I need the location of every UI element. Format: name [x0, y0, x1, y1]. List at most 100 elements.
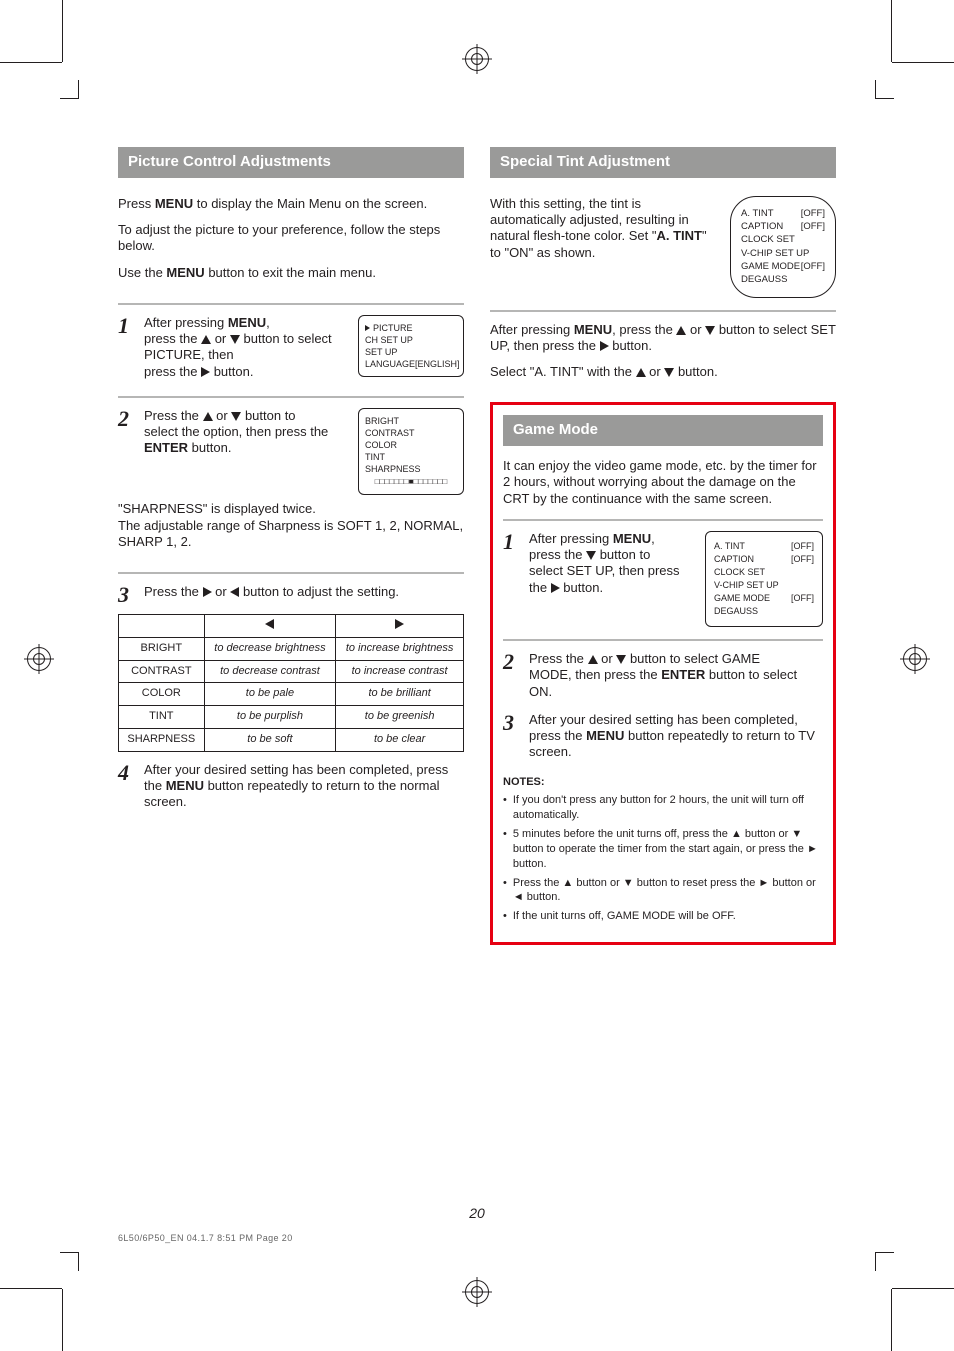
note-item: If the unit turns off, GAME MODE will be… [503, 909, 823, 924]
text: button to exit the main menu. [205, 265, 376, 280]
page-number: 20 [0, 1205, 954, 1221]
step-block: 1 After pressing MENU, press the or butt… [118, 315, 464, 384]
osd-value: [ENGLISH] [415, 358, 460, 370]
arrow-down-icon [664, 368, 674, 377]
table-row: COLOR to be pale to be brilliant [119, 683, 464, 706]
notes-block: NOTES: If you don't press any button for… [503, 775, 823, 925]
table-row: CONTRAST to decrease contrast to increas… [119, 660, 464, 683]
text: button to [596, 547, 650, 562]
osd-item: GAME MODE [714, 592, 770, 605]
arrow-down-icon [230, 335, 240, 344]
osd-item: CH SET UP [365, 334, 413, 346]
osd-item: CLOCK SET [741, 233, 795, 246]
osd-item: CLOCK SET [714, 566, 765, 579]
step-number: 1 [118, 315, 136, 380]
osd-value: [OFF] [791, 592, 814, 605]
imposition-job-line: 6L50/6P50_EN 04.1.7 8:51 PM Page 20 [118, 1233, 293, 1243]
arrow-down-icon [705, 326, 715, 335]
cell-left: to decrease contrast [204, 660, 336, 683]
text: The adjustable range of Sharpness is SOF… [118, 518, 463, 549]
osd-slider-bar: □□□□□□□■□□□□□□□ [365, 477, 457, 488]
adjustment-table: BRIGHT to decrease brightness to increas… [118, 614, 464, 752]
osd-item: PICTURE [373, 322, 413, 334]
note-text: If you don't press any button for 2 hour… [513, 793, 823, 823]
gm-step-1: 1 After pressing MENU, press the button … [503, 531, 695, 596]
game-mode-intro: It can enjoy the video game mode, etc. b… [503, 458, 823, 507]
crop-mark [892, 1288, 954, 1289]
intro-paragraph: Use the MENU button to exit the main men… [118, 265, 464, 281]
corner-frame [875, 80, 894, 99]
gm-step-2: 2 Press the or button to select GAME MOD… [503, 651, 823, 700]
step-text: Press the or button to select the option… [144, 408, 348, 457]
cell-right: to be clear [336, 728, 464, 751]
enter-label: ENTER [661, 667, 705, 682]
crop-mark [62, 0, 63, 62]
menu-label: MENU [228, 315, 266, 330]
arrow-right-icon [395, 619, 404, 629]
separator [118, 396, 464, 398]
crop-mark [0, 62, 62, 63]
text: or [598, 651, 617, 666]
content-columns: Picture Control Adjustments Press MENU t… [118, 147, 836, 1171]
text: After pressing [529, 531, 613, 546]
osd-item: DEGAUSS [741, 273, 787, 286]
menu-label: MENU [166, 778, 204, 793]
text: Select "A. TINT" with the [490, 364, 636, 379]
text: press the [144, 331, 201, 346]
corner-frame [60, 1252, 79, 1271]
text: the [529, 580, 551, 595]
note-text: 5 minutes before the unit turns off, pre… [513, 827, 823, 872]
step-text: After pressing MENU, press the button to… [529, 531, 695, 596]
table-row: BRIGHT to decrease brightness to increas… [119, 637, 464, 660]
osd-value: [OFF] [801, 260, 825, 273]
osd-item: CAPTION [741, 220, 783, 233]
table-row: SHARPNESS to be soft to be clear [119, 728, 464, 751]
text: button. [674, 364, 717, 379]
note-item: If you don't press any button for 2 hour… [503, 793, 823, 823]
text: button. [560, 580, 603, 595]
corner-frame [60, 80, 79, 99]
crop-mark [892, 62, 954, 63]
cell-label: TINT [119, 706, 205, 729]
cell-left: to be purplish [204, 706, 336, 729]
osd-item: TINT [365, 451, 385, 463]
section-banner-game-mode: Game Mode [503, 415, 823, 446]
arrow-up-icon [636, 368, 646, 377]
tint-intro-block: With this setting, the tint is automatic… [490, 196, 836, 298]
text: MODE, then press the [529, 667, 661, 682]
section-banner-picture-adjust: Picture Control Adjustments [118, 147, 464, 178]
cell-left: to be pale [204, 683, 336, 706]
separator [490, 310, 836, 312]
osd-setup-menu: A. TINT[OFF] CAPTION[OFF] CLOCK SET V-CH… [730, 196, 836, 298]
osd-item: A. TINT [741, 207, 774, 220]
text: Press the [529, 651, 588, 666]
step-number: 3 [503, 712, 521, 761]
menu-label: MENU [574, 322, 612, 337]
table-head-empty [119, 615, 205, 638]
menu-label: MENU [166, 265, 204, 280]
step-number: 1 [503, 531, 521, 596]
section-banner-special-tint: Special Tint Adjustment [490, 147, 836, 178]
arrow-right-icon [203, 587, 212, 597]
enter-label: ENTER [144, 440, 188, 455]
cell-label: CONTRAST [119, 660, 205, 683]
arrow-right-icon [600, 341, 609, 351]
text: or [213, 408, 232, 423]
step-text: Press the or button to adjust the settin… [144, 584, 464, 606]
separator [118, 303, 464, 305]
arrow-down-icon [231, 412, 241, 421]
intro-paragraph: To adjust the picture to your preference… [118, 222, 464, 255]
text: Press the [144, 408, 203, 423]
note-item: 5 minutes before the unit turns off, pre… [503, 827, 823, 872]
a-tint-label: A. TINT [657, 228, 703, 243]
osd-item: A. TINT [714, 540, 745, 553]
osd-item: CONTRAST [365, 427, 415, 439]
text: button to [241, 408, 295, 423]
page: Picture Control Adjustments Press MENU t… [0, 0, 954, 1351]
osd-value: [OFF] [801, 207, 825, 220]
separator [503, 519, 823, 521]
step-4: 4 After your desired setting has been co… [118, 762, 464, 811]
text: or [646, 364, 665, 379]
step-2: 2 Press the or button to select the opti… [118, 408, 348, 457]
osd-item: COLOR [365, 439, 397, 451]
